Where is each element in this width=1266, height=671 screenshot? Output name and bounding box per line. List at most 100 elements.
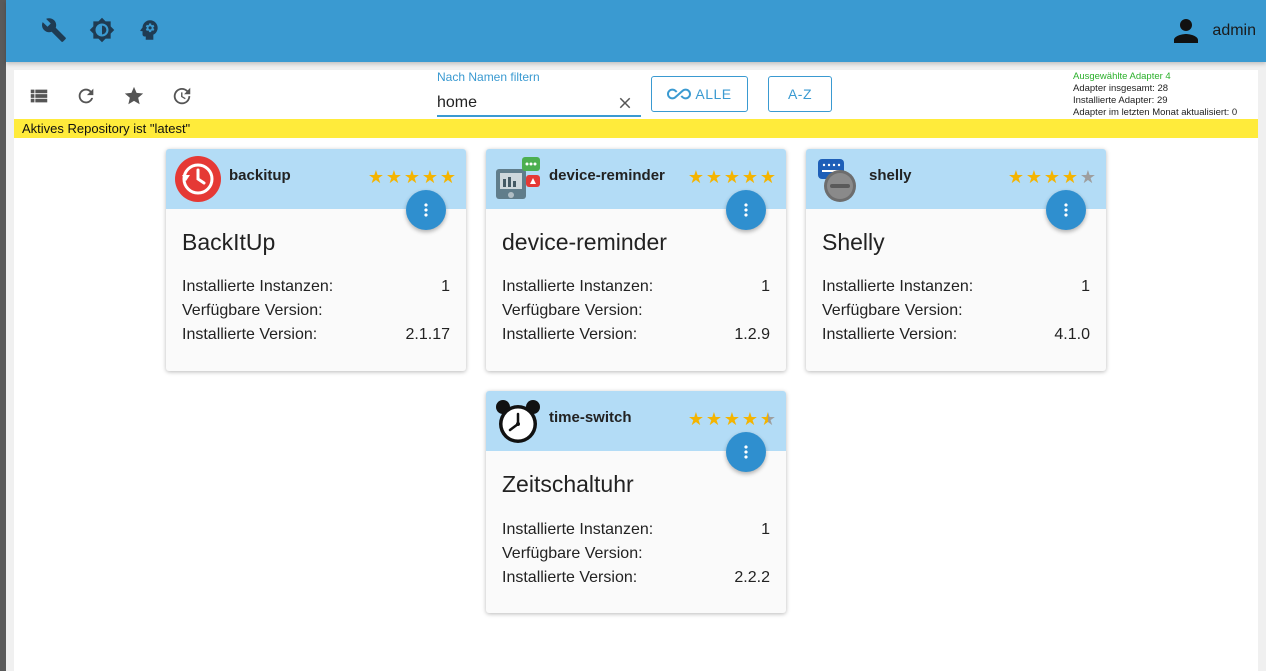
- row-label: Installierte Version:: [502, 569, 638, 586]
- adapter-card-time-switch: time-switch ★ ★ ★ ★ ★ Zeitschaltuhr Inst…: [486, 391, 786, 613]
- available-version-row: Verfügbare Version:: [182, 302, 450, 320]
- star-icon: ★: [759, 167, 777, 187]
- adapter-stats: Ausgewählte Adapter 4 Adapter insgesamt:…: [1073, 71, 1237, 119]
- card-adapter-name: backitup: [229, 167, 291, 184]
- installed-version-row: Installierte Version: 1.2.9: [502, 326, 770, 344]
- window-edge: [0, 0, 6, 671]
- star-icon: ★: [741, 167, 759, 187]
- available-version-row: Verfügbare Version:: [822, 302, 1090, 320]
- star-icon: ★: [421, 167, 439, 187]
- rating-stars: ★ ★ ★ ★ ★: [367, 168, 457, 186]
- sort-az-button[interactable]: A-Z: [768, 76, 832, 112]
- sort-az-label: A-Z: [787, 86, 813, 102]
- installed-instances-row: Installierte Instanzen: 1: [502, 521, 770, 539]
- rating-stars: ★ ★ ★ ★ ★: [1007, 168, 1097, 186]
- card-adapter-name: device-reminder: [549, 167, 665, 184]
- user-icon: [1174, 19, 1199, 43]
- rating-stars: ★ ★ ★ ★ ★: [687, 410, 777, 428]
- name-filter-input[interactable]: [437, 88, 641, 117]
- star-icon: ★: [741, 409, 759, 429]
- more-menu-button[interactable]: [1046, 190, 1086, 230]
- more-vert-icon: [424, 203, 428, 217]
- card-title: BackItUp: [182, 229, 276, 255]
- installed-version-row: Installierte Version: 2.2.2: [502, 569, 770, 587]
- show-all-button[interactable]: ALLE: [651, 76, 748, 112]
- star-empty-icon: ★: [1079, 167, 1097, 187]
- card-title: Zeitschaltuhr: [502, 471, 634, 497]
- available-version-row: Verfügbare Version:: [502, 302, 770, 320]
- adapter-card-shelly: shelly ★ ★ ★ ★ ★ Shelly Installierte Ins…: [806, 149, 1106, 371]
- more-menu-button[interactable]: [726, 190, 766, 230]
- star-icon[interactable]: [121, 83, 147, 109]
- row-label: Verfügbare Version:: [502, 545, 643, 562]
- card-adapter-name: shelly: [869, 167, 912, 184]
- row-value: 1: [1081, 278, 1090, 295]
- star-icon: ★: [1007, 167, 1025, 187]
- stats-updated: Adapter im letzten Monat aktualisiert: 0: [1073, 107, 1238, 118]
- star-icon: ★: [1043, 167, 1061, 187]
- expert-mode-icon[interactable]: [135, 16, 163, 44]
- star-icon: ★: [367, 167, 385, 187]
- show-all-label: ALLE: [695, 86, 732, 102]
- star-half-icon: ★: [759, 409, 777, 429]
- user-name: admin: [1212, 22, 1256, 39]
- installed-version-row: Installierte Version: 4.1.0: [822, 326, 1090, 344]
- row-label: Verfügbare Version:: [182, 302, 323, 319]
- app-header: admin: [6, 0, 1266, 62]
- device-reminder-logo: [496, 157, 540, 199]
- star-icon: ★: [439, 167, 457, 187]
- star-icon: ★: [1025, 167, 1043, 187]
- wrench-icon[interactable]: [40, 16, 68, 44]
- row-label: Installierte Instanzen:: [822, 278, 974, 295]
- update-history-icon[interactable]: [169, 83, 195, 109]
- star-icon: ★: [705, 409, 723, 429]
- shelly-logo: [818, 159, 856, 202]
- star-icon: ★: [385, 167, 403, 187]
- card-title: device-reminder: [502, 229, 667, 255]
- row-value: 2.1.17: [405, 326, 450, 343]
- installed-version-row: Installierte Version: 2.1.17: [182, 326, 450, 344]
- list-view-icon[interactable]: [26, 83, 52, 109]
- adapter-card-backitup: backitup ★ ★ ★ ★ ★ BackItUp Installierte…: [166, 149, 466, 371]
- star-icon: ★: [403, 167, 421, 187]
- stats-installed: Installierte Adapter: 29: [1073, 95, 1168, 106]
- filter-label: Nach Namen filtern: [437, 70, 540, 84]
- theme-icon[interactable]: [88, 16, 116, 44]
- row-label: Installierte Instanzen:: [182, 278, 334, 295]
- refresh-icon[interactable]: [73, 83, 99, 109]
- row-label: Installierte Version:: [822, 326, 958, 343]
- available-version-row: Verfügbare Version:: [502, 545, 770, 563]
- row-label: Installierte Instanzen:: [502, 521, 654, 538]
- installed-instances-row: Installierte Instanzen: 1: [822, 278, 1090, 296]
- row-value: 4.1.0: [1054, 326, 1090, 343]
- row-label: Verfügbare Version:: [502, 302, 643, 319]
- star-icon: ★: [723, 409, 741, 429]
- clear-filter-icon[interactable]: [614, 92, 636, 114]
- repository-banner: Aktives Repository ist "latest": [14, 119, 1258, 138]
- installed-instances-row: Installierte Instanzen: 1: [502, 278, 770, 296]
- row-value: 1: [441, 278, 450, 295]
- infinity-icon: [667, 88, 692, 100]
- user-menu[interactable]: admin: [1168, 12, 1256, 50]
- star-icon: ★: [687, 167, 705, 187]
- star-icon: ★: [687, 409, 705, 429]
- alarm-clock-logo: [496, 400, 540, 443]
- more-vert-icon: [744, 203, 748, 217]
- stats-total: Adapter insgesamt: 28: [1073, 83, 1169, 94]
- row-value: 1.2.9: [734, 326, 770, 343]
- row-label: Installierte Version:: [182, 326, 318, 343]
- row-value: 1: [761, 278, 770, 295]
- row-label: Installierte Version:: [502, 326, 638, 343]
- adapter-card-device-reminder: device-reminder ★ ★ ★ ★ ★ device-reminde…: [486, 149, 786, 371]
- more-menu-button[interactable]: [726, 432, 766, 472]
- row-label: Installierte Instanzen:: [502, 278, 654, 295]
- more-menu-button[interactable]: [406, 190, 446, 230]
- installed-instances-row: Installierte Instanzen: 1: [182, 278, 450, 296]
- more-vert-icon: [744, 445, 748, 459]
- rating-stars: ★ ★ ★ ★ ★: [687, 168, 777, 186]
- backitup-logo: [175, 156, 221, 202]
- row-value: 2.2.2: [734, 569, 770, 586]
- card-title: Shelly: [822, 229, 885, 255]
- stats-selected: Ausgewählte Adapter 4: [1073, 71, 1171, 82]
- card-adapter-name: time-switch: [549, 409, 632, 426]
